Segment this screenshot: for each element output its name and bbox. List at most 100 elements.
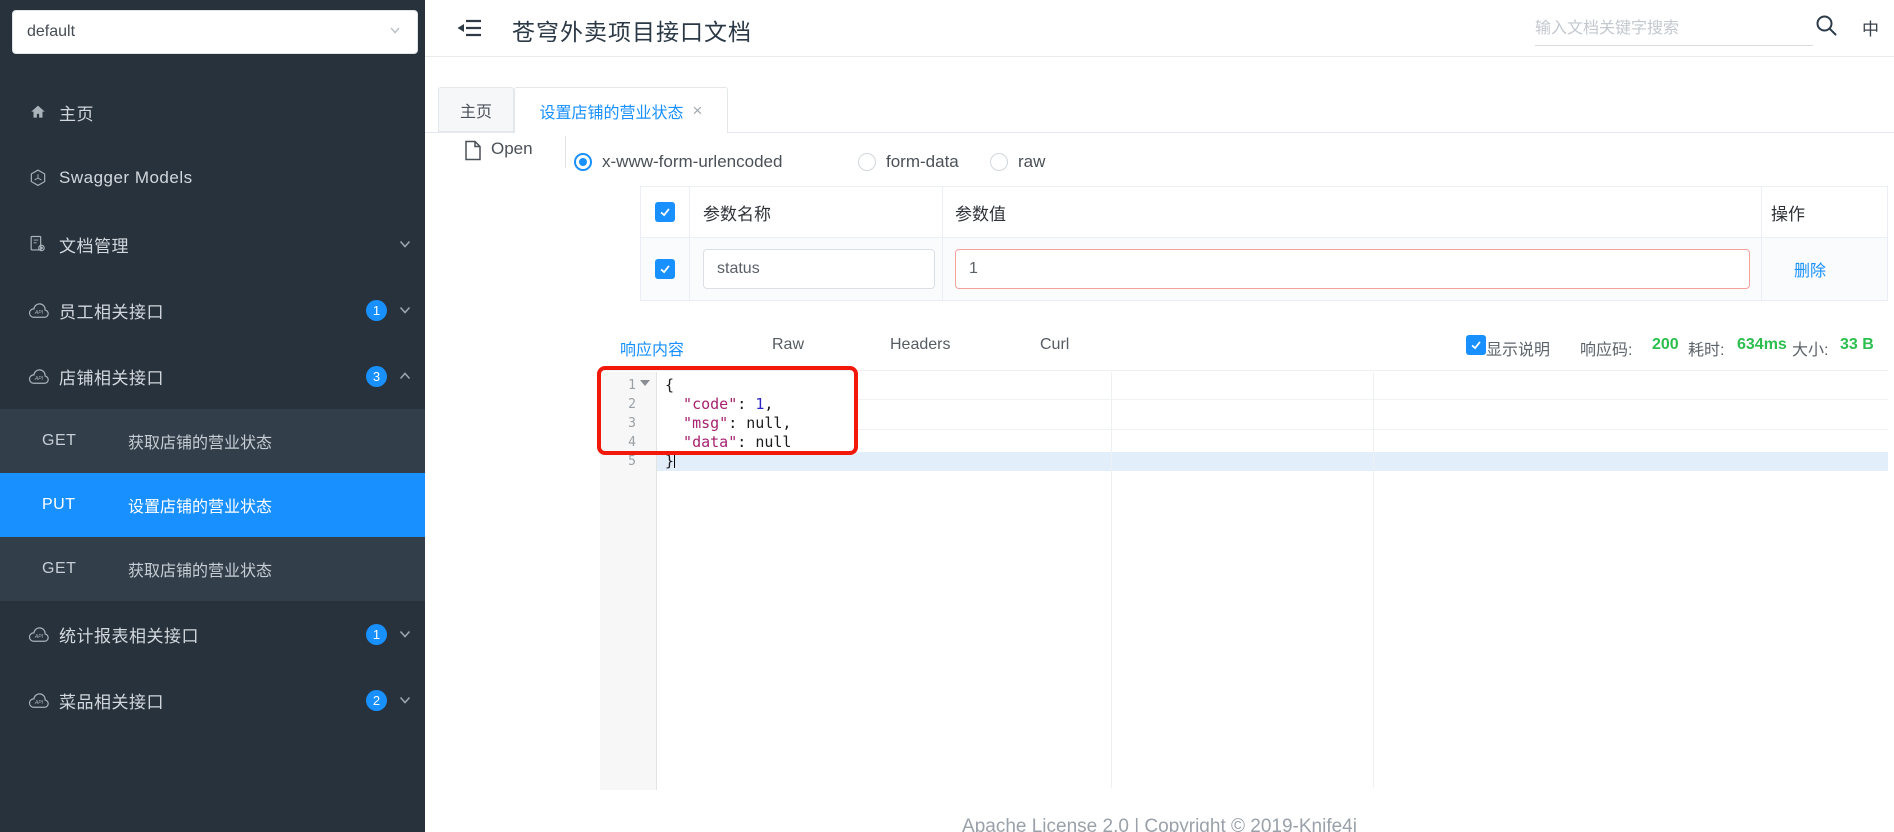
response-tab-content[interactable]: 响应内容 <box>620 336 684 360</box>
doc-manage-icon <box>28 234 50 254</box>
code-token: } <box>665 452 675 470</box>
sidebar-item-label: 员工相关接口 <box>59 302 164 322</box>
show-description-label: 显示说明 <box>1486 342 1551 359</box>
sidebar-item[interactable]: 文档管理 <box>0 211 425 277</box>
code-token: : <box>737 395 756 413</box>
select-all-checkbox[interactable] <box>655 202 675 222</box>
tab-home[interactable]: 主页 <box>438 87 514 132</box>
show-description-checkbox[interactable] <box>1466 335 1486 355</box>
col-header-action: 操作 <box>1762 187 1887 238</box>
response-code-editor[interactable]: 1 2 3 4 5 { "code": 1, "msg": null, "data": … <box>600 372 1888 790</box>
api-cloud-icon: API <box>28 624 50 644</box>
response-tabs-border <box>600 370 1888 371</box>
sidebar-item-label: 店铺相关接口 <box>59 368 164 388</box>
active-line-highlight <box>600 452 1888 471</box>
radio-icon <box>990 153 1008 171</box>
line-number: 2 <box>628 397 636 412</box>
code-token: "msg" <box>665 414 729 432</box>
topbar: 苍穹外卖项目接口文档 中 <box>425 0 1894 57</box>
size-label: 大小: <box>1792 342 1829 359</box>
chevron-down-icon <box>397 626 413 647</box>
sidebar-operation-item[interactable]: PUT 设置店铺的营业状态 <box>0 473 425 537</box>
radio-label: x-www-form-urlencoded <box>602 152 783 171</box>
http-method-label: PUT <box>42 496 76 513</box>
param-table: 参数名称 参数值 操作 删除 <box>640 186 1888 301</box>
sidebar-item[interactable]: API 菜品相关接口 2 <box>0 667 425 733</box>
sidebar-item-label: 菜品相关接口 <box>59 692 164 712</box>
divider <box>565 136 566 168</box>
body-type-radio[interactable]: raw <box>990 152 1045 172</box>
language-switch[interactable]: 中 <box>1862 15 1879 40</box>
search-icon[interactable] <box>1814 13 1838 42</box>
response-tab-headers[interactable]: Headers <box>890 336 950 354</box>
code-token: null <box>755 433 792 451</box>
swagger-models-icon <box>28 168 50 188</box>
sidebar-operation-item[interactable]: GET 获取店铺的营业状态 <box>0 537 425 601</box>
delete-param-link[interactable]: 删除 <box>1762 257 1826 281</box>
line-number: 5 <box>628 454 636 469</box>
grid-line <box>1373 372 1374 788</box>
sidebar-submenu: GET 获取店铺的营业状态 PUT 设置店铺的营业状态 GET 获取店铺的营业状态 <box>0 409 425 601</box>
code-line: } <box>665 452 791 471</box>
operation-label: 获取店铺的营业状态 <box>128 435 273 452</box>
radio-icon <box>858 153 876 171</box>
text-cursor <box>674 453 676 468</box>
chevron-up-icon <box>397 368 413 389</box>
sidebar-item-label: 统计报表相关接口 <box>59 626 199 646</box>
sidebar-item[interactable]: 主页 <box>0 79 425 145</box>
sidebar-item[interactable]: API 统计报表相关接口 1 <box>0 601 425 667</box>
radio-label: form-data <box>886 152 959 171</box>
code-token: "data" <box>665 433 738 451</box>
code-lines: { "code": 1, "msg": null, "data": null} <box>665 376 791 471</box>
file-icon <box>464 140 482 166</box>
sidebar-operation-item[interactable]: GET 获取店铺的营业状态 <box>0 409 425 473</box>
param-value-cell <box>943 238 1762 300</box>
fold-arrow-icon[interactable] <box>640 380 650 386</box>
close-icon[interactable]: × <box>693 101 703 121</box>
row-checkbox[interactable] <box>655 259 675 279</box>
count-badge: 3 <box>366 365 387 387</box>
elapsed-label: 耗时: <box>1688 342 1725 359</box>
radio-label: raw <box>1018 152 1046 171</box>
header-checkbox-cell <box>641 187 690 238</box>
size-value: 33 B <box>1840 336 1874 353</box>
count-badge: 2 <box>366 689 387 711</box>
operation-label: 获取店铺的营业状态 <box>128 563 273 580</box>
param-value-input[interactable] <box>955 249 1750 289</box>
status-code-value: 200 <box>1652 336 1679 353</box>
status-code-label: 响应码: <box>1580 342 1633 359</box>
param-name-cell <box>690 238 943 300</box>
footer-license: Apache License 2.0 | Copyright © 2019-Kn… <box>962 816 1357 832</box>
code-line: { <box>665 376 791 395</box>
chevron-down-icon <box>397 236 413 257</box>
http-method-label: GET <box>42 560 77 577</box>
search-input[interactable] <box>1535 12 1813 46</box>
http-method-label: GET <box>42 432 77 449</box>
body-type-radio[interactable]: x-www-form-urlencoded <box>574 152 782 172</box>
body-type-radio[interactable]: form-data <box>858 152 959 172</box>
open-file-button[interactable]: Open <box>491 139 533 159</box>
sidebar-item[interactable]: API 店铺相关接口 3 <box>0 343 425 409</box>
menu-fold-icon[interactable] <box>457 16 483 40</box>
page-title: 苍穹外卖项目接口文档 <box>512 19 752 45</box>
row-checkbox-cell <box>641 238 690 300</box>
sidebar-menu: 主页 Swagger Models 文档管理 API 员工相关接口 1 API 店铺相关接口 3… <box>0 79 425 733</box>
response-tab-raw[interactable]: Raw <box>772 336 804 354</box>
code-token: : <box>737 433 756 451</box>
param-name-input[interactable] <box>703 249 935 289</box>
code-token: , <box>782 414 792 432</box>
tab-set-shop-status[interactable]: 设置店铺的营业状态 × <box>514 87 728 133</box>
count-badge: 1 <box>366 299 387 321</box>
sidebar-item[interactable]: API 员工相关接口 1 <box>0 277 425 343</box>
param-action-cell: 删除 <box>1762 238 1887 300</box>
api-group-select[interactable]: default <box>12 10 418 54</box>
sidebar-item[interactable]: Swagger Models <box>0 145 425 211</box>
sidebar: default 主页 Swagger Models 文档管理 API 员工相关接口 1 AP… <box>0 0 425 832</box>
line-number: 3 <box>628 416 636 431</box>
code-token: : <box>728 414 747 432</box>
group-select-value: default <box>27 23 76 40</box>
tab-label: 设置店铺的营业状态 <box>539 104 684 122</box>
response-tab-curl[interactable]: Curl <box>1040 336 1069 354</box>
line-number: 1 <box>628 378 636 393</box>
tab-label: 主页 <box>459 103 492 121</box>
